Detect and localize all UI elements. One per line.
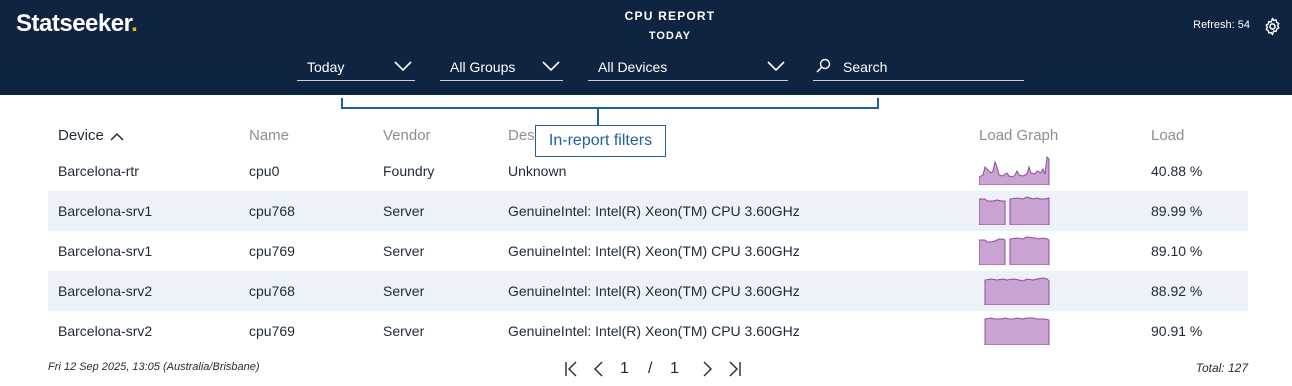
report-subtitle: TODAY <box>648 30 692 42</box>
report-timestamp: Fri 12 Sep 2025, 13:05 (Australia/Brisba… <box>48 361 260 373</box>
load-sparkline[interactable] <box>979 193 1051 225</box>
next-page-icon[interactable] <box>700 360 716 378</box>
cell-name: cpu769 <box>249 323 295 339</box>
table-row[interactable]: Barcelona-srv2 cpu768 Server GenuineInte… <box>48 271 1248 311</box>
cell-name: cpu0 <box>249 163 280 179</box>
chevron-down-icon <box>767 61 785 72</box>
in-report-filters-callout: In-report filters <box>535 125 666 157</box>
search-icon <box>816 58 831 73</box>
load-sparkline[interactable] <box>979 233 1051 265</box>
cell-device[interactable]: Barcelona-srv2 <box>58 283 152 299</box>
total-count: Total: 127 <box>1195 361 1248 375</box>
cell-load: 89.10 % <box>1151 243 1203 259</box>
page-current[interactable]: 1 <box>620 360 629 378</box>
cell-description: GenuineIntel: Intel(R) Xeon(TM) CPU 3.60… <box>508 203 800 219</box>
filters-bracket-stem <box>597 109 599 125</box>
table-row[interactable]: Barcelona-rtr cpu0 Foundry Unknown 40.88… <box>48 151 1248 191</box>
col-header-device[interactable]: Device <box>58 127 124 144</box>
report-title: CPU REPORT <box>624 9 716 23</box>
col-header-vendor[interactable]: Vendor <box>383 127 431 144</box>
cell-device[interactable]: Barcelona-srv1 <box>58 203 152 219</box>
cell-description: GenuineIntel: Intel(R) Xeon(TM) CPU 3.60… <box>508 283 800 299</box>
page-separator: / <box>648 360 653 377</box>
device-value: All Devices <box>598 59 668 75</box>
cell-description: Unknown <box>508 163 567 179</box>
refresh-countdown[interactable]: Refresh: 54 <box>1193 19 1250 31</box>
group-value: All Groups <box>450 59 516 75</box>
cell-load: 40.88 % <box>1151 163 1203 179</box>
search-input[interactable]: Search <box>813 54 1024 81</box>
filters-bracket <box>341 98 879 109</box>
cell-vendor: Server <box>383 323 425 339</box>
cell-name: cpu768 <box>249 203 295 219</box>
page-total: 1 <box>670 360 679 377</box>
cell-name: cpu769 <box>249 243 295 259</box>
chevron-down-icon <box>542 61 560 72</box>
gear-icon[interactable] <box>1263 17 1282 36</box>
cell-description: GenuineIntel: Intel(R) Xeon(TM) CPU 3.60… <box>508 323 800 339</box>
first-page-icon[interactable] <box>563 360 579 378</box>
col-header-description[interactable]: Des <box>508 127 535 144</box>
cell-name: cpu768 <box>249 283 295 299</box>
cell-load: 89.99 % <box>1151 203 1203 219</box>
chevron-up-icon <box>110 132 124 141</box>
group-select[interactable]: All Groups <box>440 54 563 81</box>
device-select[interactable]: All Devices <box>588 54 788 81</box>
col-header-load[interactable]: Load <box>1151 127 1184 144</box>
load-sparkline[interactable] <box>979 273 1051 305</box>
col-header-load-graph[interactable]: Load Graph <box>979 127 1058 144</box>
cell-load: 88.92 % <box>1151 283 1203 299</box>
table-row[interactable]: Barcelona-srv1 cpu768 Server GenuineInte… <box>48 191 1248 231</box>
time-range-select[interactable]: Today <box>297 54 415 81</box>
cell-load: 90.91 % <box>1151 323 1203 339</box>
cell-vendor: Server <box>383 203 425 219</box>
cell-vendor: Foundry <box>383 163 435 179</box>
previous-page-icon[interactable] <box>590 360 606 378</box>
cell-vendor: Server <box>383 283 425 299</box>
table-row[interactable]: Barcelona-srv1 cpu769 Server GenuineInte… <box>48 231 1248 271</box>
chevron-down-icon <box>394 61 412 72</box>
time-range-value: Today <box>307 59 345 75</box>
last-page-icon[interactable] <box>727 360 743 378</box>
cell-description: GenuineIntel: Intel(R) Xeon(TM) CPU 3.60… <box>508 243 800 259</box>
search-placeholder: Search <box>843 59 888 75</box>
table-row[interactable]: Barcelona-srv2 cpu769 Server GenuineInte… <box>48 311 1248 351</box>
cell-device[interactable]: Barcelona-rtr <box>58 163 139 179</box>
cell-device[interactable]: Barcelona-srv1 <box>58 243 152 259</box>
load-sparkline[interactable] <box>979 153 1051 185</box>
report-header: Statseeker. CPU REPORT TODAY Refresh: 54… <box>0 0 1292 95</box>
col-header-name[interactable]: Name <box>249 127 289 144</box>
load-sparkline[interactable] <box>979 313 1051 345</box>
cell-vendor: Server <box>383 243 425 259</box>
cell-device[interactable]: Barcelona-srv2 <box>58 323 152 339</box>
